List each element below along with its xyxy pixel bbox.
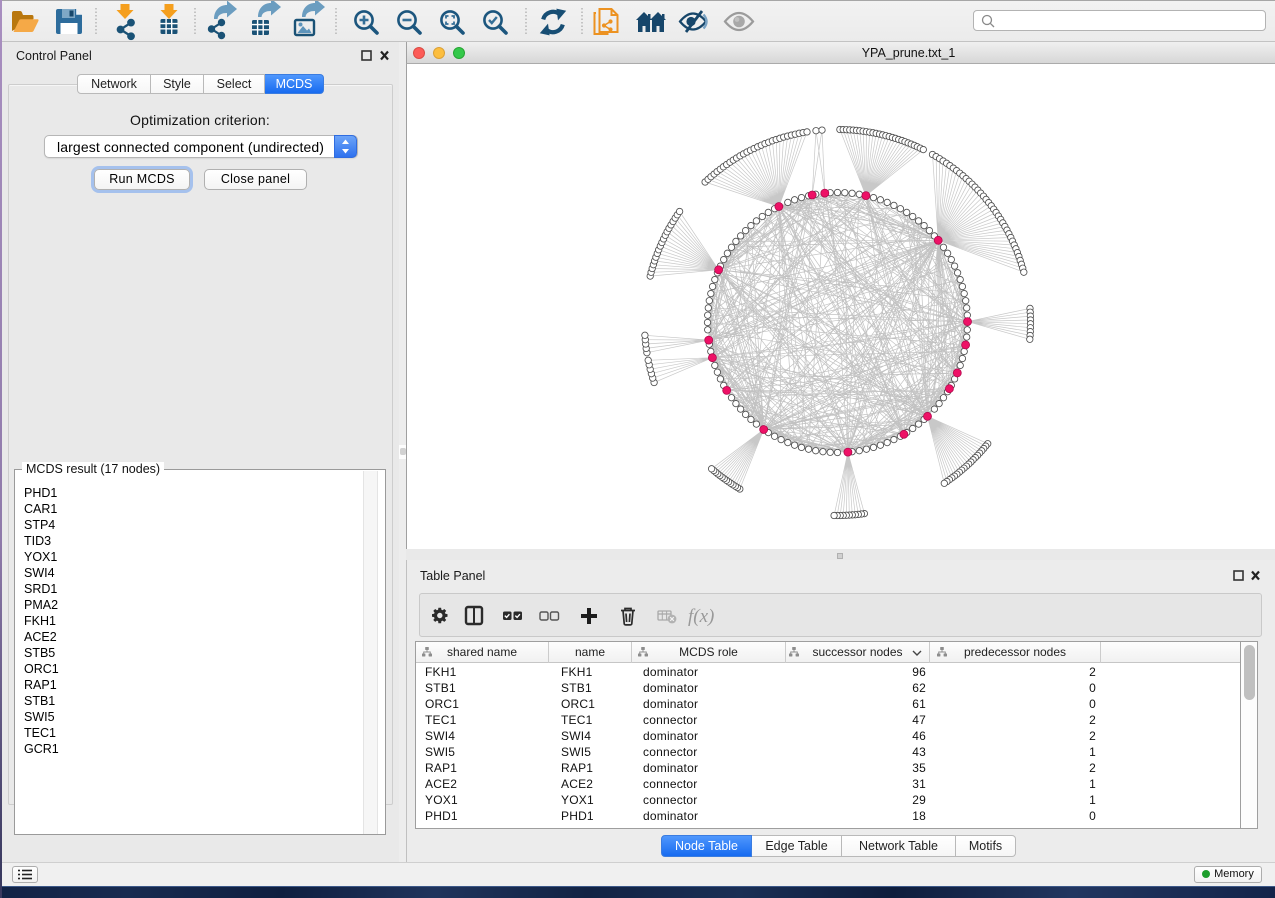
svg-text:f(x): f(x) xyxy=(688,606,714,627)
